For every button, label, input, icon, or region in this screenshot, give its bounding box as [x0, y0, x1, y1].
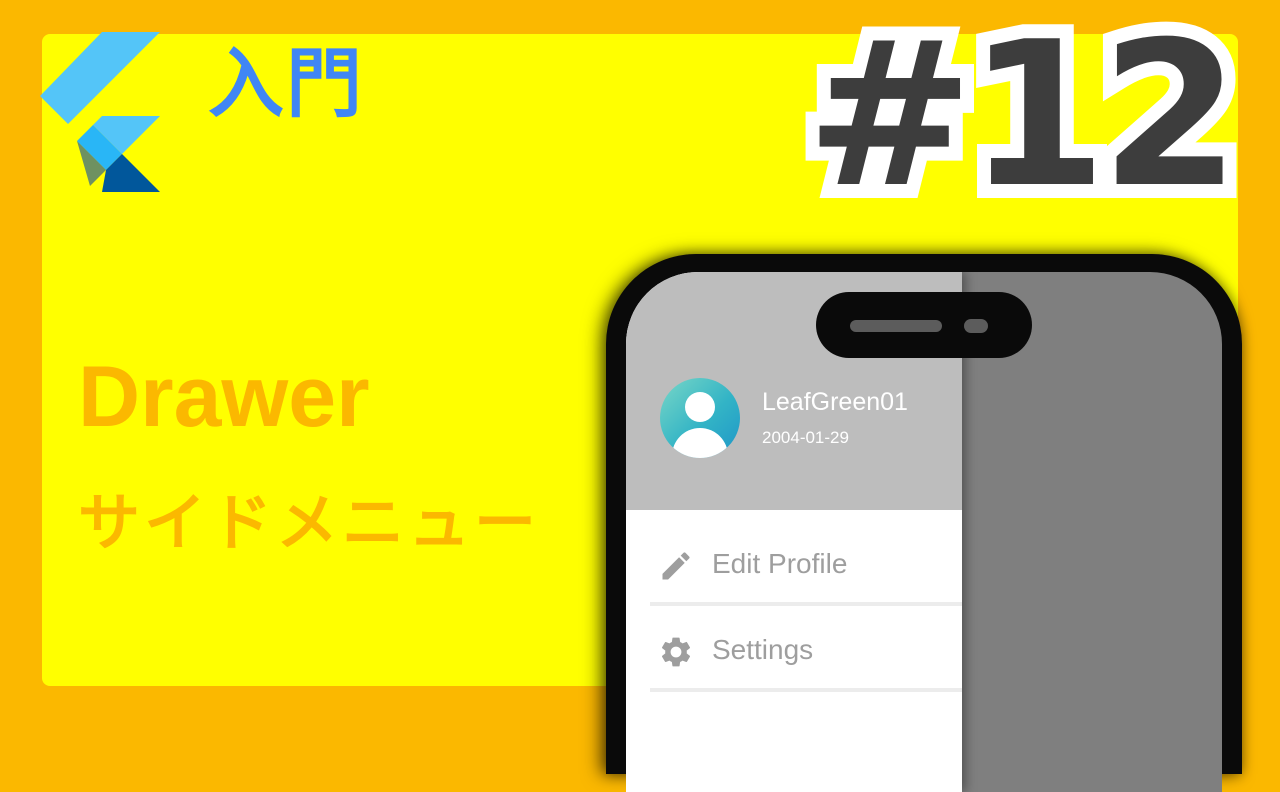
avatar-body-shape: [672, 428, 728, 458]
menu-item-edit-profile[interactable]: Edit Profile: [650, 524, 962, 606]
camera-shape: [964, 319, 988, 333]
speaker-shape: [850, 320, 942, 332]
avatar-head-shape: [685, 392, 715, 422]
topic-subtitle: サイドメニュー: [78, 486, 541, 559]
dynamic-island: [816, 292, 1032, 358]
topic-title: Drawer: [78, 349, 370, 445]
menu-item-label: Edit Profile: [712, 548, 848, 579]
flutter-logo-icon: [40, 32, 160, 192]
avatar[interactable]: [660, 378, 740, 458]
menu-item-label: Settings: [712, 634, 814, 665]
user-name: LeafGreen01: [762, 388, 908, 416]
user-date: 2004-01-29: [762, 428, 849, 447]
phone-screen: LeafGreen01 2004-01-29 Edit Profile Sett…: [626, 272, 1222, 792]
menu-item-settings[interactable]: Settings: [650, 610, 962, 692]
pencil-icon: [662, 552, 690, 580]
intro-title: 入門: [208, 39, 364, 128]
gear-icon: [661, 637, 691, 667]
episode-number: #12: [792, 0, 1254, 232]
phone-frame: LeafGreen01 2004-01-29 Edit Profile Sett…: [606, 254, 1242, 792]
